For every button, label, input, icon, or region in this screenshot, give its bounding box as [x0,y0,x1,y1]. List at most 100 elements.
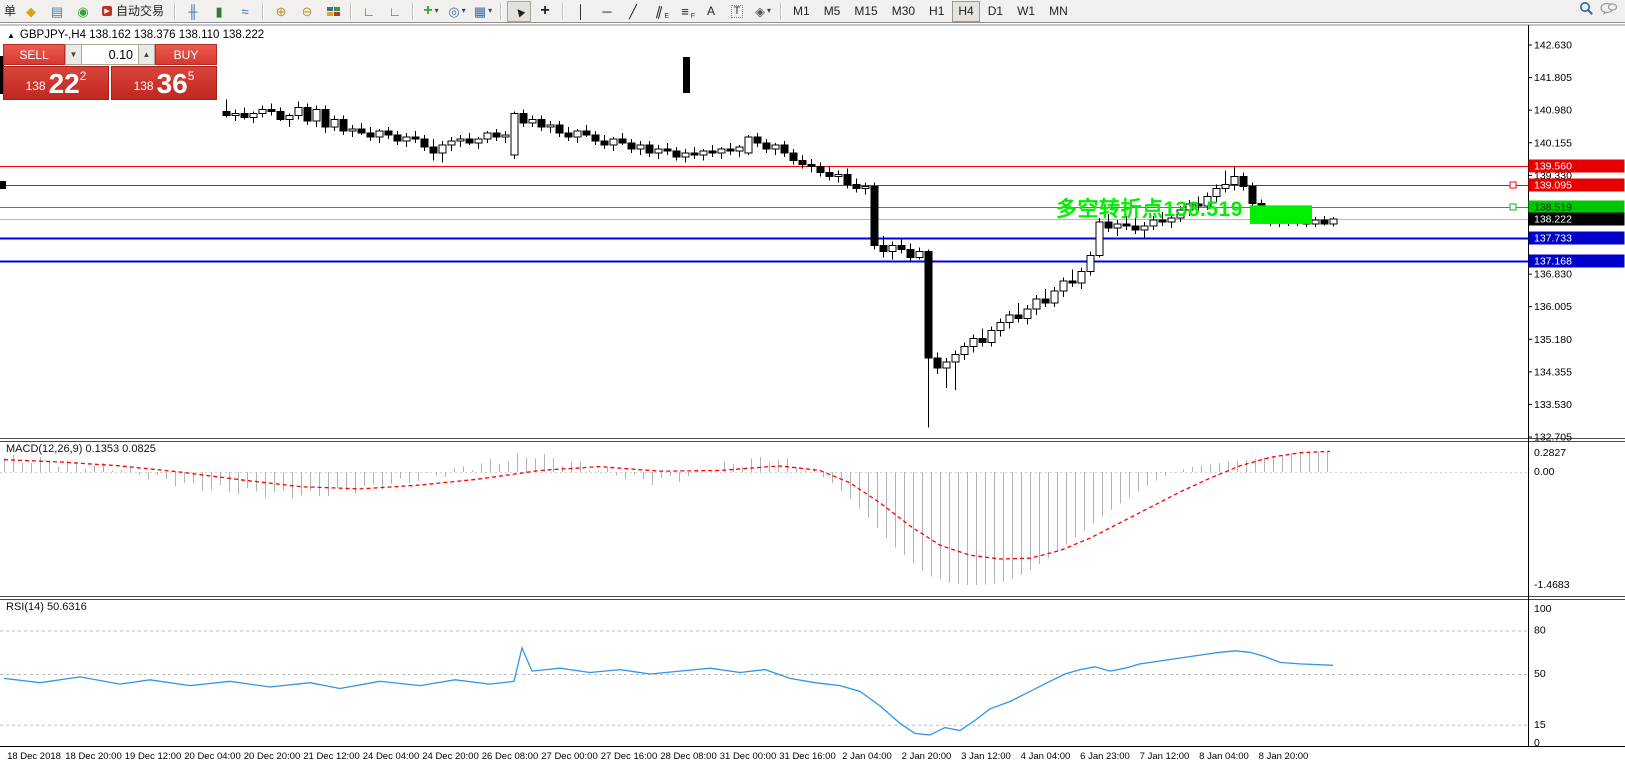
bar-chart-icon: ╫ [188,5,197,18]
toolbar-separator [780,3,782,20]
tf-m15[interactable]: M15 [848,1,883,22]
macd-axis-label: 0.00 [1534,466,1555,478]
candle [880,246,887,252]
tf-mn[interactable]: MN [1043,1,1074,22]
time-axis-label: 27 Dec 00:00 [541,751,598,762]
candle [763,143,770,149]
candle [313,109,320,121]
candle [250,113,257,117]
tf-m1[interactable]: M1 [787,1,816,22]
template-button[interactable]: ▦▾ [471,1,495,22]
indicator-window-down-icon[interactable]: ∟ [383,1,407,22]
tf-m30[interactable]: M30 [886,1,921,22]
search-icon[interactable] [1579,1,1594,21]
candle [223,111,230,115]
indicator-window-up-icon[interactable]: ∟ [357,1,381,22]
candle [457,139,464,141]
period-button: ◎ [448,5,459,18]
dropdown-caret-icon[interactable]: ▾ [767,7,771,15]
zoom-in-icon[interactable]: ⊕ [269,1,293,22]
candle [871,186,878,245]
candle [1222,184,1229,188]
vertical-line-button[interactable]: │ [569,1,593,22]
candle [727,149,734,151]
time-axis-label: 2 Jan 20:00 [902,751,952,762]
text-label-button[interactable]: T [725,1,749,22]
period-button[interactable]: ◎▾ [445,1,469,22]
chat-icon[interactable] [1600,2,1617,21]
sell-price-button[interactable]: 138 22 2 [3,66,109,100]
buy-price-button[interactable]: 138 36 5 [111,66,217,100]
bar-chart-icon[interactable]: ╫ [181,1,205,22]
tf-h4[interactable]: H4 [952,1,979,22]
candle [754,137,761,143]
crosshair-button[interactable]: + [533,1,557,22]
autotrading-button[interactable]: ▶自动交易 [97,1,169,22]
tile-windows-icon[interactable] [321,1,345,22]
symbol-ohlc-text: GBPJPY-,H4 138.162 138.376 138.110 138.2… [20,29,264,41]
tile-windows-glyph [327,7,340,16]
horizontal-line-button[interactable]: ─ [595,1,619,22]
cursor-button: ▲ [510,2,528,20]
candle [700,151,707,155]
tf-d1[interactable]: D1 [982,1,1009,22]
fibonacci-button[interactable]: ≡F [673,1,697,22]
time-axis-label: 20 Dec 04:00 [184,751,241,762]
dropdown-caret-icon[interactable]: ▾ [435,7,439,15]
new-order-partial[interactable]: 单 [1,1,17,22]
candle [1114,224,1121,228]
autotrading-label: 自动交易 [116,5,164,17]
toolbar-item-label: M15 [854,4,877,18]
time-axis-label: 28 Dec 08:00 [660,751,717,762]
candle [853,184,860,188]
sell-price-pips: 22 [49,72,80,96]
time-axis-label: 6 Jan 23:00 [1080,751,1130,762]
candle [493,133,500,137]
candle [448,141,455,145]
candle [502,135,509,137]
chart-profile-icon[interactable]: ▤ [45,1,69,22]
macd-axis-label: 0.2827 [1534,447,1566,459]
candle [358,129,365,133]
candlestick-chart-icon[interactable]: ▮ [207,1,231,22]
collapse-panel-icon[interactable]: ▲ [7,31,15,40]
price-chart-canvas[interactable]: 142.630141.805140.980140.155139.330136.8… [0,0,1625,766]
candle [241,113,248,117]
arrows-button: ◈ [755,5,765,18]
dropdown-caret-icon[interactable]: ▾ [462,7,466,15]
volume-input[interactable]: 0.10 [82,44,138,65]
signal-icon[interactable]: ◉ [71,1,95,22]
candle [844,175,851,185]
candle [745,137,752,153]
tf-m5[interactable]: M5 [818,1,847,22]
text-button[interactable]: A [699,1,723,22]
candle [268,109,275,111]
signal-icon: ◉ [77,5,88,18]
buy-button[interactable]: BUY [155,44,217,65]
trendline-button[interactable]: ╱ [621,1,645,22]
zoom-out-icon[interactable]: ⊖ [295,1,319,22]
candle [646,145,653,153]
toolbar-separator [500,3,502,20]
cursor-button[interactable]: ▲ [507,1,531,22]
zoom-in-icon: ⊕ [276,5,287,18]
candle [637,145,644,149]
equidistant-channel-button[interactable]: ∥E [647,1,671,22]
volume-decrease-button[interactable]: ▼ [65,44,82,65]
line-chart-icon[interactable]: ≈ [233,1,257,22]
price-label-text: 139.095 [1534,180,1572,192]
tf-w1[interactable]: W1 [1011,1,1041,22]
toolbar-separator [412,3,414,20]
candle [340,119,347,131]
icon-sub-letter: F [691,13,695,20]
volume-increase-button[interactable]: ▲ [138,44,155,65]
tf-h1[interactable]: H1 [923,1,950,22]
sell-button[interactable]: SELL [3,44,65,65]
macd-indicator-label: MACD(12,26,9) 0.1353 0.0825 [6,443,156,455]
arrows-button[interactable]: ◈▾ [751,1,775,22]
dropdown-caret-icon[interactable]: ▾ [488,7,492,15]
gold-icon[interactable]: ◆ [19,1,43,22]
candle [583,131,590,135]
add-indicator-button[interactable]: +▾ [419,1,443,22]
candle [1141,226,1148,230]
